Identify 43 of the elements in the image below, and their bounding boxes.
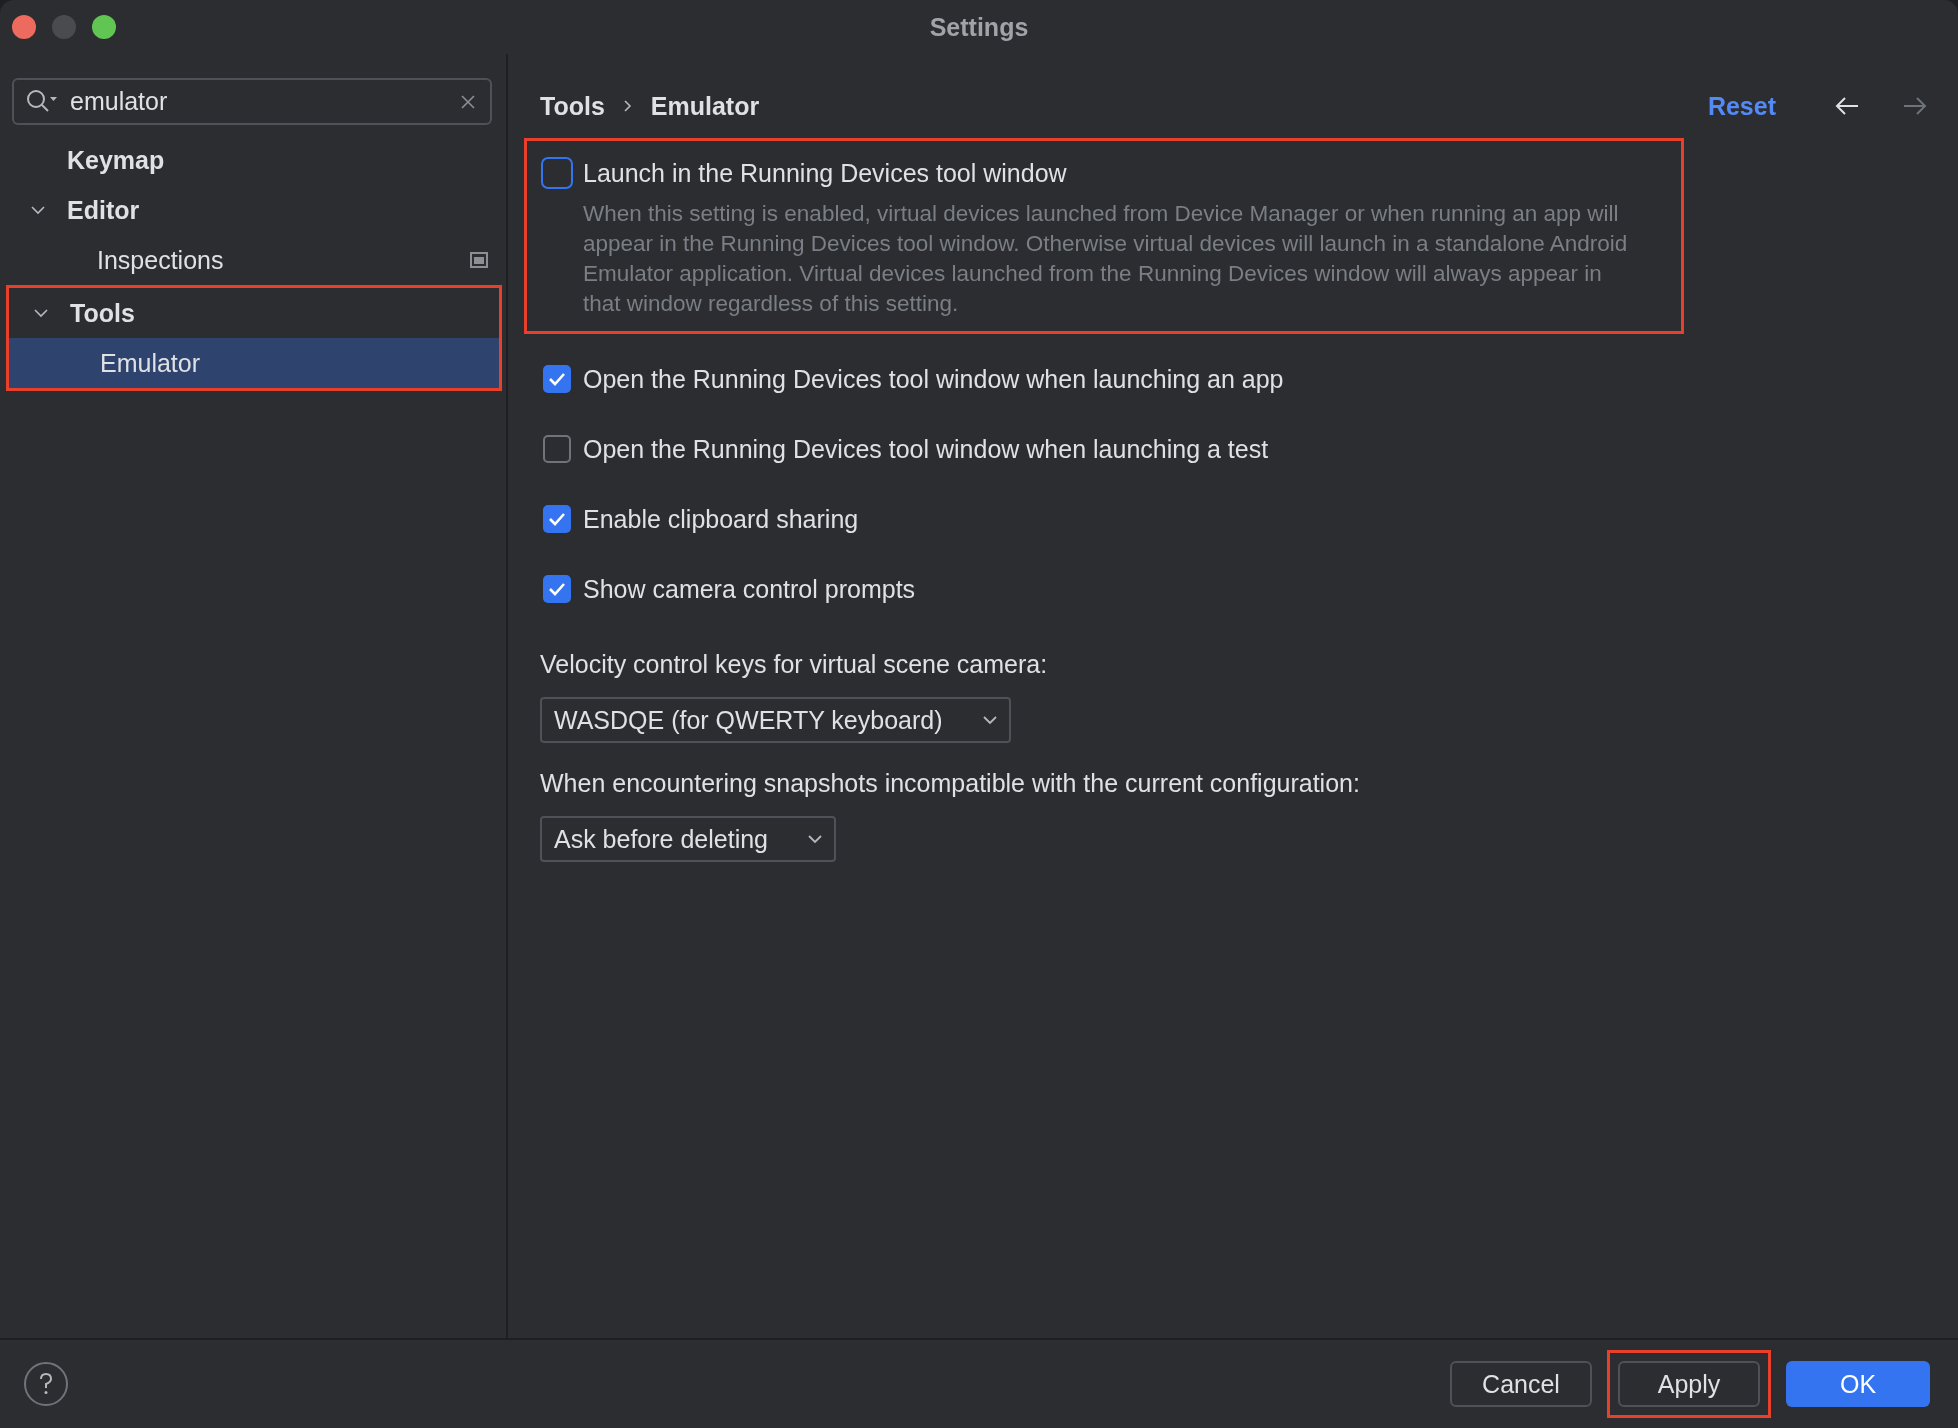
back-arrow-icon[interactable]: [1834, 96, 1860, 116]
dialog-button[interactable]: Cancel: [1450, 1361, 1592, 1407]
dialog-button[interactable]: Apply: [1618, 1361, 1760, 1407]
question-mark-icon: [39, 1373, 53, 1395]
checkbox-label[interactable]: Launch in the Running Devices tool window: [583, 158, 1067, 188]
field-label: When encountering snapshots incompatible with the current configuration:: [540, 769, 1361, 798]
dropdown[interactable]: Ask before deleting: [540, 816, 837, 862]
window-title: Settings: [929, 12, 1029, 41]
zoom-button[interactable]: [92, 15, 116, 39]
chevron-down-icon: [808, 834, 823, 844]
tree-item[interactable]: Keymap: [0, 140, 506, 180]
checkbox[interactable]: [543, 435, 571, 463]
chevron-down-icon: [982, 715, 997, 725]
checkbox[interactable]: [543, 575, 571, 603]
tree-item[interactable]: Emulator: [9, 338, 499, 388]
checkmark-icon: [548, 582, 566, 596]
checkmark-icon: [548, 372, 566, 386]
search-field[interactable]: emulator: [12, 78, 492, 125]
reset-link[interactable]: Reset: [1707, 91, 1776, 121]
clear-icon[interactable]: [460, 93, 476, 110]
checkbox-label[interactable]: Enable clipboard sharing: [583, 504, 859, 534]
checkbox-label[interactable]: Open the Running Devices tool window when launching an app: [583, 364, 1284, 394]
tree-item[interactable]: Editor: [0, 190, 506, 230]
checkbox[interactable]: [543, 365, 571, 393]
checkbox[interactable]: [543, 159, 571, 187]
breadcrumb-item[interactable]: Tools: [540, 91, 605, 121]
forward-arrow-icon[interactable]: [1902, 96, 1928, 116]
search-input[interactable]: emulator: [70, 87, 448, 116]
tree-item[interactable]: Inspections: [0, 240, 506, 280]
tree-item[interactable]: Tools: [9, 293, 499, 333]
window-icon: [470, 252, 488, 268]
close-button[interactable]: [12, 15, 36, 39]
setting-description: When this setting is enabled, virtual devices launched from Device Manager or when running an app will appear in the Running Devices tool window. Otherwise virtual devices will launch in a standalone Android Emulator application. Virtual devices launched from the Running Devices window will always appear in that window regardless of this setting.: [583, 200, 1629, 318]
checkbox-label[interactable]: Open the Running Devices tool window when launching a test: [583, 434, 1269, 464]
checkbox[interactable]: [543, 505, 571, 533]
breadcrumb-separator-icon: [622, 99, 633, 113]
field-label: Velocity control keys for virtual scene camera:: [540, 650, 1049, 679]
checkmark-icon: [548, 512, 566, 526]
dropdown[interactable]: WASDQE (for QWERTY keyboard): [540, 697, 1011, 743]
ok-button[interactable]: OK: [1786, 1361, 1930, 1407]
checkbox-label[interactable]: Show camera control prompts: [583, 574, 916, 604]
breadcrumb-item: Emulator: [650, 91, 760, 121]
help-button[interactable]: [24, 1362, 68, 1406]
